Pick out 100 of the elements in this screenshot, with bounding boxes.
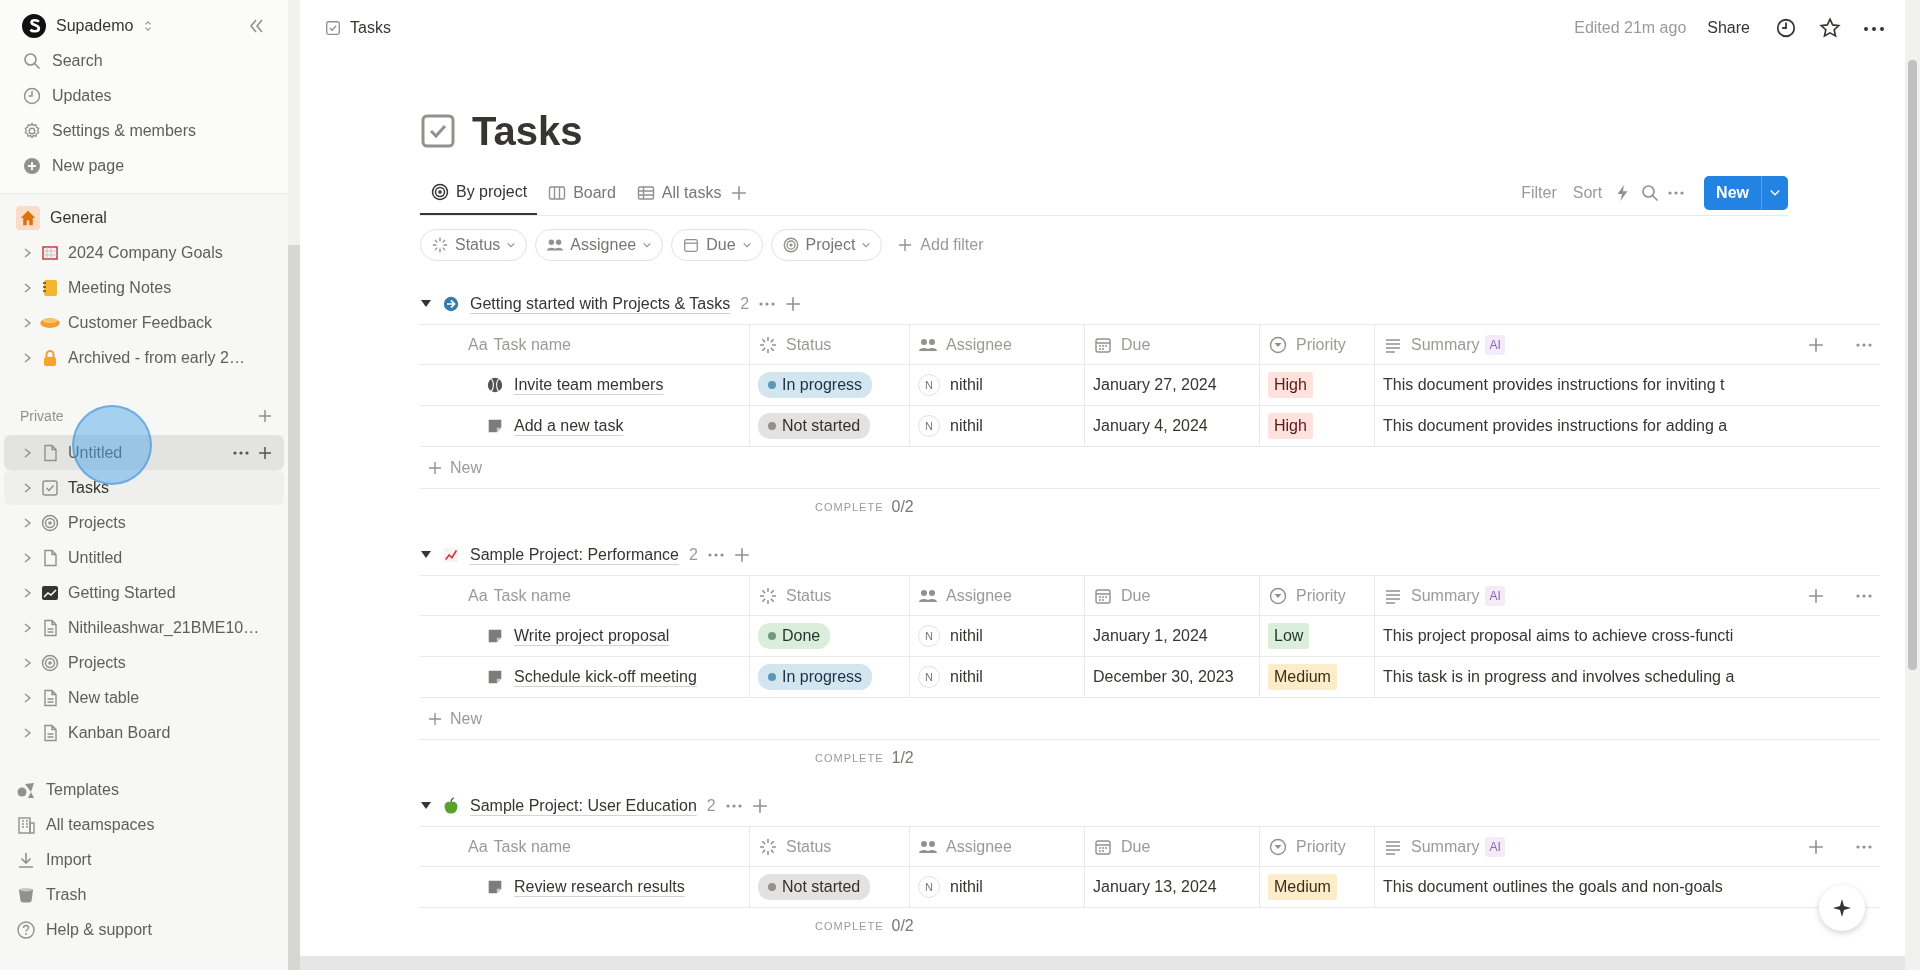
sidebar-page[interactable]: New table (4, 680, 284, 715)
dot-icon (768, 381, 776, 389)
status-tag[interactable]: In progress (758, 372, 873, 398)
dropdown-button[interactable] (1761, 175, 1788, 210)
scrollbar[interactable] (1905, 0, 1920, 970)
task-name[interactable]: Review research results (514, 875, 685, 899)
summary-text: This task is in progress and involves scheduling a (1383, 667, 1735, 687)
breadcrumb[interactable]: Tasks (324, 16, 391, 40)
workspace-switcher[interactable]: Supademo (10, 8, 278, 43)
calculation-value: 0/2 (891, 916, 914, 936)
sidebar-page[interactable]: Nithileashwar_21BME10… (4, 610, 284, 645)
status-icon (431, 236, 449, 254)
plus-icon (428, 711, 442, 726)
ai-badge: AI (1485, 334, 1505, 355)
summary-text: This project proposal aims to achieve cross-functi (1383, 626, 1734, 646)
sidebar-page[interactable]: Customer Feedback (4, 305, 284, 340)
sidebar-page[interactable]: 2024 Company Goals (4, 235, 284, 270)
chevron-right-icon (22, 351, 32, 364)
task-name[interactable]: Write project proposal (514, 624, 670, 648)
sidebar-page[interactable]: Untitled (4, 540, 284, 575)
task-name[interactable]: Invite team members (514, 373, 664, 397)
note-icon (486, 627, 504, 645)
scrollbar[interactable] (300, 956, 1905, 970)
filter-chip[interactable]: Due (671, 229, 763, 261)
chevron-right-icon (22, 516, 32, 529)
sidebar-item[interactable]: Updates (10, 78, 278, 113)
due-date: January 4, 2024 (1093, 416, 1208, 436)
target-icon (781, 236, 800, 254)
task-name[interactable]: Add a new task (514, 414, 624, 438)
new-button[interactable]: New (1704, 175, 1761, 210)
scrollbar[interactable] (288, 0, 300, 970)
sidebar-page[interactable]: Projects (4, 505, 284, 540)
apple-icon (442, 797, 460, 815)
filter-chip[interactable]: Status (420, 229, 528, 261)
filter-chip[interactable]: Project (770, 229, 883, 261)
due-date: January 1, 2024 (1093, 626, 1208, 646)
status-icon (758, 334, 778, 355)
due-date: December 30, 2023 (1093, 667, 1234, 687)
notebook-icon (40, 277, 60, 298)
sidebar-page[interactable]: Projects (4, 645, 284, 680)
assignee-name: nithil (950, 667, 983, 687)
note-icon (486, 417, 504, 435)
status-icon (758, 836, 778, 857)
plus-icon (428, 460, 442, 475)
sidebar-item[interactable]: Help & support (4, 912, 284, 947)
calendar-icon (682, 236, 701, 254)
task-name[interactable]: Schedule kick-off meeting (514, 665, 697, 689)
status-icon (758, 585, 778, 606)
chevron-right-icon (22, 246, 32, 259)
chevron-right-icon (22, 551, 32, 564)
group-count: 2 (689, 545, 698, 565)
sidebar-item[interactable]: All teamspaces (4, 807, 284, 842)
status-tag[interactable]: Not started (758, 874, 871, 900)
status-tag[interactable]: In progress (758, 664, 873, 690)
workspace-logo (22, 13, 46, 38)
ball-icon (486, 376, 504, 394)
priority-tag: High (1268, 413, 1313, 439)
assignee-name: nithil (950, 416, 983, 436)
plus-circle-icon (22, 155, 42, 176)
teamspace-item[interactable]: General (4, 200, 284, 235)
group-title[interactable]: Sample Project: User Education (470, 794, 697, 818)
chevron-right-icon (22, 656, 32, 669)
sidebar-page[interactable]: Kanban Board (4, 715, 284, 750)
sidebar-item[interactable]: New page (10, 148, 278, 183)
sidebar-item[interactable]: Import (4, 842, 284, 877)
ai-assistant-button[interactable] (1819, 885, 1865, 931)
sidebar-page[interactable]: Tasks (4, 470, 284, 505)
dot-icon (768, 632, 776, 640)
view-tab[interactable]: By project (420, 170, 538, 215)
sidebar-page[interactable]: Meeting Notes (4, 270, 284, 305)
help-icon (16, 919, 36, 940)
plus-icon (258, 409, 272, 423)
filter-chip[interactable]: Assignee (535, 229, 664, 261)
group-title[interactable]: Sample Project: Performance (470, 543, 679, 567)
sidebar-page[interactable]: Getting Started (4, 575, 284, 610)
sidebar-item[interactable]: Templates (4, 772, 284, 807)
group-title[interactable]: Getting started with Projects & Tasks (470, 292, 731, 316)
sidebar-page[interactable]: Archived - from early 2… (4, 340, 284, 375)
chevron-right-icon (22, 586, 32, 599)
group-count: 2 (706, 796, 716, 816)
share-button[interactable]: Share (1700, 13, 1757, 43)
calculation-label: COMPLETE (815, 499, 884, 515)
chevron-right-icon (22, 726, 32, 739)
dish-icon (40, 317, 60, 328)
status-tag[interactable]: Done (758, 623, 831, 649)
workspace-name: Supademo (56, 15, 134, 36)
view-tab[interactable]: Board (537, 170, 626, 215)
sidebar-item[interactable]: Search (10, 43, 278, 78)
chevron-right-icon (22, 481, 32, 494)
assignee-name: nithil (950, 375, 983, 395)
plus-icon (1808, 838, 1824, 855)
star-icon (1819, 17, 1841, 40)
caret-icon (861, 240, 872, 250)
view-tab[interactable]: All tasks (625, 170, 732, 215)
summary-text: This document provides instructions for inviting t (1383, 375, 1725, 395)
sidebar-item[interactable]: Settings & members (10, 113, 278, 148)
status-tag[interactable]: Not started (758, 413, 871, 439)
due-date: January 13, 2024 (1093, 877, 1217, 897)
sidebar-item[interactable]: Trash (4, 877, 284, 912)
assignee-name: nithil (950, 626, 983, 646)
